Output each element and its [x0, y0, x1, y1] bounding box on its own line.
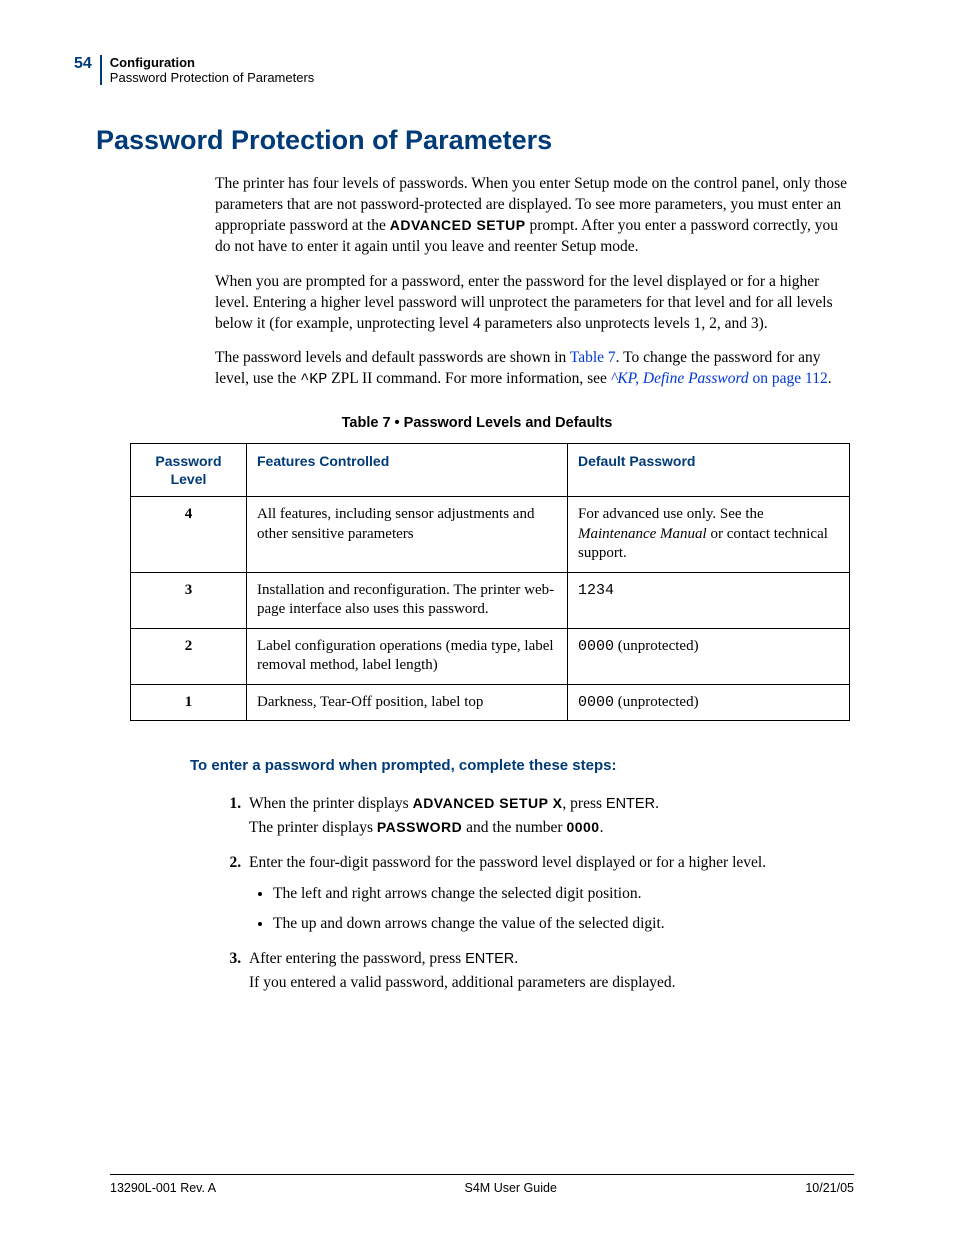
paragraph-3: The password levels and default password…: [215, 348, 854, 390]
sub-list: The left and right arrows change the sel…: [273, 882, 854, 935]
lcd-text: ADVANCED SETUP: [390, 217, 526, 233]
password-table: Password Level Features Controlled Defau…: [130, 443, 850, 721]
footer-right: 10/21/05: [805, 1181, 854, 1195]
header-section: Password Protection of Parameters: [110, 70, 314, 85]
th-features: Features Controlled: [247, 443, 568, 496]
paragraph-1: The printer has four levels of passwords…: [215, 174, 854, 258]
header-chapter: Configuration: [110, 55, 314, 70]
table-row: 1 Darkness, Tear-Off position, label top…: [131, 684, 850, 721]
steps-heading: To enter a password when prompted, compl…: [190, 757, 854, 774]
table-row: 4 All features, including sensor adjustm…: [131, 497, 850, 573]
step-2: Enter the four-digit password for the pa…: [245, 851, 854, 935]
paragraph-2: When you are prompted for a password, en…: [215, 272, 854, 335]
step-1: When the printer displays ADVANCED SETUP…: [245, 792, 854, 839]
steps-list: When the printer displays ADVANCED SETUP…: [215, 792, 854, 994]
page-title: Password Protection of Parameters: [96, 125, 854, 156]
th-default: Default Password: [568, 443, 850, 496]
footer-left: 13290L-001 Rev. A: [110, 1181, 216, 1195]
page-ref-link[interactable]: on page 112: [753, 370, 828, 387]
cross-ref-link[interactable]: ^KP, Define Password: [611, 370, 749, 387]
table-ref-link[interactable]: Table 7: [570, 349, 616, 366]
th-level: Password Level: [131, 443, 247, 496]
header-separator: [100, 55, 102, 85]
key-name: ENTER: [606, 796, 655, 812]
step-3: After entering the password, press ENTER…: [245, 947, 854, 994]
table-row: 2 Label configuration operations (media …: [131, 628, 850, 684]
table-caption: Table 7 • Password Levels and Defaults: [100, 415, 854, 431]
key-name: ENTER: [465, 951, 514, 967]
page-header: 54 Configuration Password Protection of …: [74, 55, 854, 85]
sub-item: The left and right arrows change the sel…: [273, 882, 854, 905]
page-number: 54: [74, 55, 100, 73]
page-footer: 13290L-001 Rev. A S4M User Guide 10/21/0…: [110, 1174, 854, 1195]
table-row: 3 Installation and reconfiguration. The …: [131, 572, 850, 628]
lcd-text: 0000: [566, 819, 599, 835]
command-text: ^KP: [300, 371, 327, 388]
footer-center: S4M User Guide: [465, 1181, 557, 1195]
lcd-text: PASSWORD: [377, 819, 462, 835]
lcd-text: ADVANCED SETUP X: [413, 795, 563, 811]
sub-item: The up and down arrows change the value …: [273, 912, 854, 935]
